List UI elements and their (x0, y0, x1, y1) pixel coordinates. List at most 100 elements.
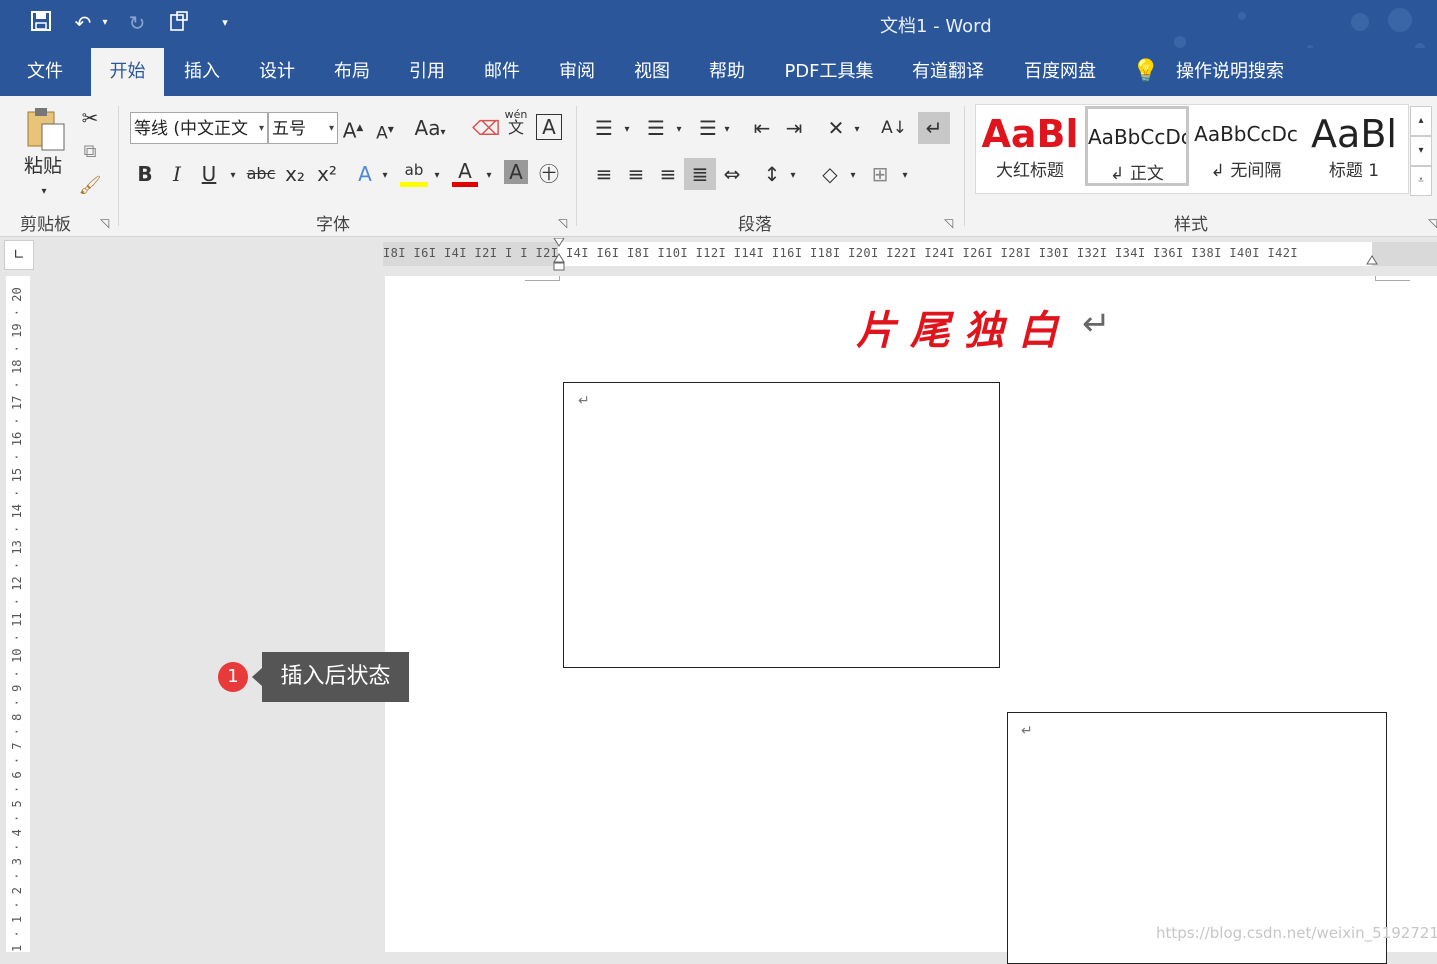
line-spacing-dropdown-icon[interactable]: ▾ (786, 162, 800, 190)
title-bar: ↶ ▾ ↻ ▾ 文档1 - Word (0, 0, 1437, 53)
group-divider (118, 106, 119, 226)
save-icon[interactable] (28, 10, 54, 36)
font-name-combo[interactable]: 等线 (中文正文 ▾ (130, 112, 268, 144)
borders-icon[interactable]: ⊞ (866, 160, 894, 188)
italic-button[interactable]: I (164, 160, 190, 188)
text-frame[interactable]: ↵ (563, 382, 1000, 668)
phonetic-guide-button[interactable]: wén 文 (504, 108, 528, 136)
highlight-dropdown-icon[interactable]: ▾ (430, 162, 444, 190)
show-hide-marks-icon[interactable]: ↵ (918, 112, 950, 144)
bullets-dropdown-icon[interactable]: ▾ (620, 116, 634, 144)
line-spacing-icon[interactable]: ↕ (758, 160, 786, 188)
touch-mode-icon[interactable] (166, 10, 192, 36)
paragraph-launcher-icon[interactable]: ◹ (944, 216, 953, 230)
customize-icon[interactable]: ▾ (212, 10, 238, 36)
tab-help[interactable]: 帮助 (697, 48, 757, 96)
style-no-spacing[interactable]: AaBbCcDc ↲ 无间隔 (1194, 106, 1298, 186)
superscript-button[interactable]: x² (314, 160, 340, 188)
font-color-dropdown-icon[interactable]: ▾ (482, 162, 496, 190)
margin-corner-mark (1375, 276, 1410, 281)
tab-view[interactable]: 视图 (622, 48, 682, 96)
tab-layout[interactable]: 布局 (322, 48, 382, 96)
right-indent-marker-icon[interactable] (1366, 254, 1378, 268)
tab-references[interactable]: 引用 (397, 48, 457, 96)
tab-review[interactable]: 审阅 (547, 48, 607, 96)
tab-pdf-tools[interactable]: PDF工具集 (774, 48, 884, 96)
underline-dropdown-icon[interactable]: ▾ (226, 162, 240, 190)
cut-icon[interactable]: ✂ (76, 104, 104, 132)
strikethrough-button[interactable]: abc (246, 160, 276, 188)
style-heading-1[interactable]: AaBl 标题 1 (1302, 106, 1406, 186)
character-shading-icon[interactable]: A (504, 160, 528, 184)
shrink-font-icon[interactable]: A▼ (374, 116, 396, 148)
text-effects-dropdown-icon[interactable]: ▾ (378, 162, 392, 190)
paragraph-mark: ↵ (578, 393, 590, 409)
step-number-badge: 1 (218, 662, 248, 692)
chinese-layout-icon[interactable]: ✕ (822, 114, 850, 142)
chinese-layout-dropdown-icon[interactable]: ▾ (850, 116, 864, 144)
tab-youdao-translate[interactable]: 有道翻译 (900, 48, 996, 96)
subscript-button[interactable]: x₂ (282, 160, 308, 188)
indent-marker-icon[interactable] (553, 237, 565, 274)
justify-icon[interactable]: ≣ (684, 158, 716, 190)
font-color-icon[interactable]: A (452, 160, 478, 187)
tab-file[interactable]: 文件 (14, 48, 76, 96)
callout-label: 插入后状态 (262, 652, 409, 702)
redo-icon[interactable]: ↻ (124, 10, 150, 36)
clear-formatting-icon[interactable]: ⌫ (472, 114, 500, 142)
chevron-down-icon: ▾ (258, 123, 264, 134)
shading-dropdown-icon[interactable]: ▾ (846, 162, 860, 190)
tab-baidu-netdisk[interactable]: 百度网盘 (1012, 48, 1108, 96)
bullets-icon[interactable]: ☰ (590, 114, 618, 142)
tab-design[interactable]: 设计 (247, 48, 307, 96)
align-left-icon[interactable]: ≡ (590, 160, 618, 188)
style-big-red-heading[interactable]: AaBl 大红标题 (978, 106, 1082, 186)
paste-button[interactable]: 粘贴 (20, 152, 66, 180)
style-normal[interactable]: AaBbCcDc ↲ 正文 (1085, 106, 1189, 186)
character-border-button[interactable]: A (536, 114, 562, 140)
tab-mailings[interactable]: 邮件 (472, 48, 532, 96)
distributed-icon[interactable]: ⇔ (718, 160, 746, 188)
sort-icon[interactable]: A↓ (880, 114, 908, 142)
increase-indent-icon[interactable]: ⇥ (780, 114, 808, 142)
document-heading[interactable]: 片尾独白 (856, 298, 1072, 356)
enclose-characters-icon[interactable]: ㊉ (536, 160, 562, 188)
margin-corner-mark (525, 276, 560, 281)
numbering-dropdown-icon[interactable]: ▾ (672, 116, 686, 144)
shading-icon[interactable]: ◇ (816, 160, 844, 188)
tab-selector-icon[interactable]: ∟ (4, 240, 34, 270)
styles-scroll-up-icon[interactable]: ▴ (1410, 106, 1432, 136)
font-group-label: 字体 (316, 215, 350, 235)
align-right-icon[interactable]: ≡ (654, 160, 682, 188)
numbering-icon[interactable]: ☰ (642, 114, 670, 142)
borders-dropdown-icon[interactable]: ▾ (898, 162, 912, 190)
underline-button[interactable]: U (196, 160, 222, 188)
group-divider (964, 106, 965, 226)
styles-more-icon[interactable]: ⩡ (1410, 166, 1432, 196)
tab-home[interactable]: 开始 (91, 48, 164, 96)
styles-launcher-icon[interactable]: ◹ (1428, 216, 1437, 230)
tab-tell-me-search[interactable]: 操作说明搜索 (1166, 48, 1294, 96)
multilevel-list-icon[interactable]: ☰ (694, 114, 722, 142)
clipboard-launcher-icon[interactable]: ◹ (100, 216, 109, 230)
grow-font-icon[interactable]: A▲ (342, 114, 364, 145)
bold-button[interactable]: B (132, 160, 158, 188)
highlight-icon[interactable]: ab (400, 160, 428, 187)
copy-icon[interactable]: ⧉ (76, 138, 104, 166)
font-launcher-icon[interactable]: ◹ (558, 216, 567, 230)
format-painter-icon[interactable]: 🖌 (76, 172, 104, 200)
styles-scroll-down-icon[interactable]: ▾ (1410, 136, 1432, 166)
font-size-combo[interactable]: 五号 ▾ (268, 112, 338, 144)
paste-dropdown-icon[interactable]: ▾ (34, 178, 54, 206)
multilevel-dropdown-icon[interactable]: ▾ (720, 116, 734, 144)
undo-icon[interactable]: ↶ (70, 10, 96, 36)
tab-insert[interactable]: 插入 (172, 48, 232, 96)
decrease-indent-icon[interactable]: ⇤ (748, 114, 776, 142)
lightbulb-icon[interactable]: 💡 (1132, 48, 1159, 96)
vertical-ruler-ticks: 1 · 1 · 2 · 3 · 4 · 5 · 6 · 7 · 8 · 9 · … (10, 284, 24, 952)
align-center-icon[interactable]: ≡ (622, 160, 650, 188)
undo-dropdown-icon[interactable]: ▾ (98, 10, 112, 36)
change-case-button[interactable]: Aa▾ (410, 114, 450, 147)
text-effects-icon[interactable]: A (352, 160, 378, 188)
paste-icon[interactable] (20, 104, 70, 154)
